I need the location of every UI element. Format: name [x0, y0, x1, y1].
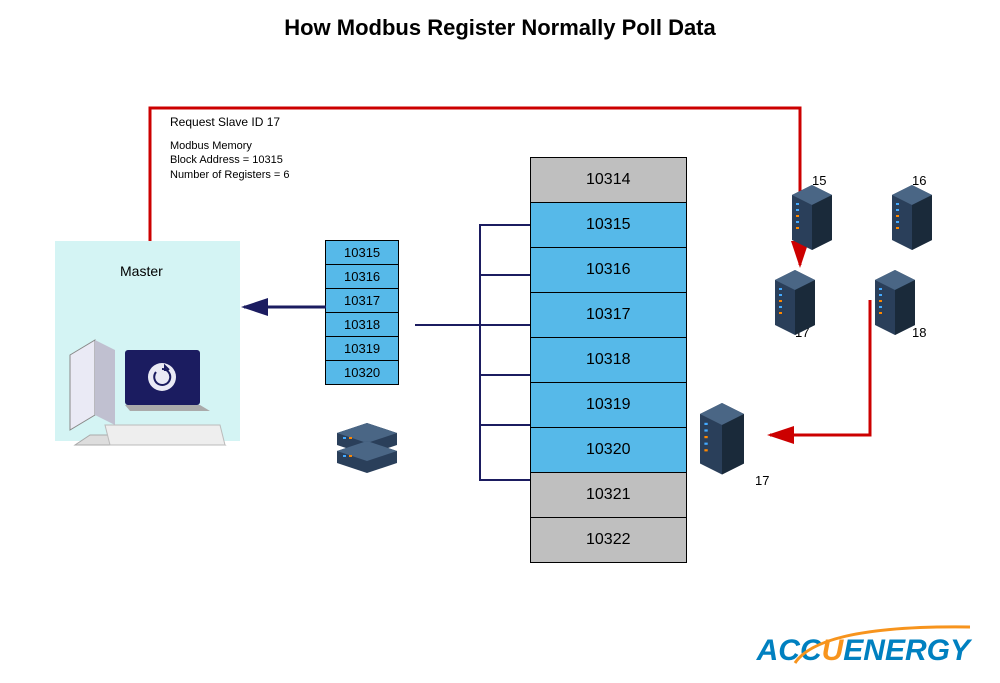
server-label-17b: 17 — [755, 473, 769, 488]
master-label: Master — [120, 263, 163, 279]
response-table: 10315 10316 10317 10318 10319 10320 — [325, 240, 399, 385]
mem-line1: Modbus Memory — [170, 140, 252, 152]
logo-part3: ENERGY — [843, 634, 970, 667]
response-cell: 10315 — [326, 241, 399, 265]
logo-part1: ACC — [757, 634, 822, 667]
memory-block-label: Modbus Memory Block Address = 10315 Numb… — [170, 139, 290, 182]
register-cell: 10314 — [531, 158, 687, 203]
diagram-title: How Modbus Register Normally Poll Data — [0, 15, 1000, 41]
response-cell: 10316 — [326, 265, 399, 289]
register-cell: 10317 — [531, 293, 687, 338]
register-cell: 10320 — [531, 428, 687, 473]
response-cell: 10320 — [326, 361, 399, 385]
mem-line3: Number of Registers = 6 — [170, 169, 290, 181]
server-label-15: 15 — [812, 173, 826, 188]
request-label: Request Slave ID 17 — [170, 115, 280, 129]
logo-part2: U — [822, 634, 844, 667]
server-icon-16 — [892, 185, 932, 250]
server-label-16: 16 — [912, 173, 926, 188]
bracket-ticks — [480, 275, 530, 425]
server-icon-15 — [792, 185, 832, 250]
response-cell: 10317 — [326, 289, 399, 313]
bracket-line — [480, 225, 530, 480]
accuenergy-logo: ACCUENERGY — [757, 634, 970, 668]
forward-arrow — [770, 300, 870, 435]
register-cell: 10316 — [531, 248, 687, 293]
register-cell: 10319 — [531, 383, 687, 428]
register-cell: 10322 — [531, 518, 687, 563]
response-cell: 10318 — [326, 313, 399, 337]
server-label-18: 18 — [912, 325, 926, 340]
register-cell: 10315 — [531, 203, 687, 248]
response-cell: 10319 — [326, 337, 399, 361]
server-icon-17b — [700, 403, 744, 475]
server-label-17: 17 — [795, 325, 809, 340]
register-cell: 10318 — [531, 338, 687, 383]
register-cell: 10321 — [531, 473, 687, 518]
mem-line2: Block Address = 10315 — [170, 154, 283, 166]
server-icon-18 — [875, 270, 915, 335]
device-stack-icon — [337, 423, 397, 473]
request-arrow — [150, 108, 800, 265]
register-table: 10314 10315 10316 10317 10318 10319 1032… — [530, 157, 687, 563]
